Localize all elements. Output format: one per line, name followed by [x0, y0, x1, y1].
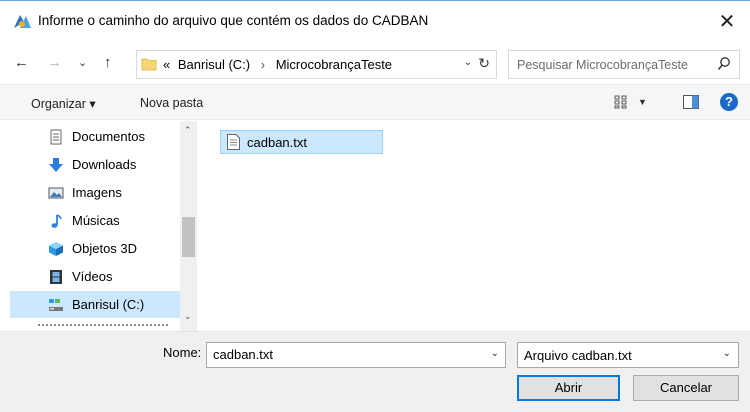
chevron-down-icon[interactable]: ⌄	[723, 348, 731, 359]
help-icon[interactable]: ?	[720, 93, 738, 111]
download-icon	[49, 158, 63, 172]
sidebar-item-imagens[interactable]: Imagens	[10, 179, 186, 206]
sidebar-item-objetos-3d[interactable]: Objetos 3D	[10, 235, 186, 262]
cancel-button[interactable]: Cancelar	[633, 375, 739, 401]
window-title: Informe o caminho do arquivo que contém …	[38, 13, 429, 28]
breadcrumb-drive[interactable]: Banrisul (C:)	[174, 57, 250, 72]
chevron-down-icon[interactable]: ⌄	[491, 348, 499, 359]
sidebar-item-label: Banrisul (C:)	[72, 297, 145, 312]
documents-icon	[50, 129, 62, 145]
sidebar-cutoff-item	[38, 324, 168, 327]
breadcrumb-separator[interactable]: ›	[254, 57, 272, 72]
close-button[interactable]: ✕	[704, 1, 750, 41]
file-name: cadban.txt	[247, 135, 307, 150]
search-input[interactable]: Pesquisar MicrocobrançaTeste	[517, 58, 688, 72]
sidebar-item-banrisul-drive[interactable]: Banrisul (C:)	[10, 291, 180, 318]
up-button[interactable]: ↑	[104, 54, 112, 71]
sidebar-item-videos[interactable]: Vídeos	[10, 263, 186, 290]
sidebar-item-musicas[interactable]: Músicas	[10, 207, 186, 234]
scroll-down-icon[interactable]: ⌄	[184, 311, 192, 322]
close-icon: ✕	[718, 10, 736, 33]
sidebar-item-label: Documentos	[72, 129, 145, 144]
title-bar: Informe o caminho do arquivo que contém …	[0, 0, 750, 40]
refresh-icon[interactable]: ↻	[478, 55, 490, 72]
scroll-up-icon[interactable]: ⌃	[184, 125, 192, 136]
3d-objects-icon	[49, 242, 63, 256]
command-toolbar: Organizar ▾ Nova pasta ▼ ?	[0, 84, 750, 120]
breadcrumb-overflow[interactable]: «	[163, 57, 170, 72]
new-folder-button[interactable]: Nova pasta	[140, 96, 203, 110]
sidebar-item-documentos[interactable]: Documentos	[10, 123, 186, 150]
file-name-combobox[interactable]: ⌄	[206, 342, 506, 368]
back-button[interactable]: ←	[14, 54, 29, 71]
recent-locations-button[interactable]: ⌄	[78, 56, 87, 69]
address-row: ← → ⌄ ↑ « Banrisul (C:) › MicrocobrançaT…	[0, 40, 750, 84]
sidebar-item-label: Imagens	[72, 185, 122, 200]
scrollbar-thumb[interactable]	[182, 217, 195, 257]
app-icon	[14, 15, 31, 28]
file-item[interactable]: cadban.txt	[220, 130, 383, 154]
images-icon	[48, 187, 64, 199]
view-options-dropdown-icon[interactable]: ▼	[638, 97, 647, 107]
drive-icon	[49, 299, 63, 311]
sidebar-item-label: Vídeos	[72, 269, 113, 284]
music-icon	[51, 214, 62, 228]
forward-button[interactable]: →	[47, 54, 62, 71]
open-button[interactable]: Abrir	[517, 375, 620, 401]
preview-pane-icon[interactable]	[683, 95, 699, 109]
file-name-field[interactable]	[213, 347, 473, 362]
search-box[interactable]: Pesquisar MicrocobrançaTeste	[508, 50, 740, 79]
folder-icon	[141, 58, 157, 71]
text-file-icon	[227, 134, 240, 150]
file-type-value: Arquivo cadban.txt	[524, 348, 632, 363]
file-type-select[interactable]: Arquivo cadban.txt ⌄	[517, 342, 739, 368]
address-bar[interactable]: « Banrisul (C:) › MicrocobrançaTeste ⌄ ↻	[136, 50, 497, 79]
breadcrumb: « Banrisul (C:) › MicrocobrançaTeste	[163, 57, 392, 72]
navigation-scrollbar[interactable]: ⌃ ⌄	[180, 121, 197, 331]
dialog-footer: Nome: ⌄ Arquivo cadban.txt ⌄ Abrir Cance…	[0, 331, 750, 412]
file-name-label: Nome:	[163, 345, 202, 360]
breadcrumb-folder[interactable]: MicrocobrançaTeste	[276, 57, 392, 72]
videos-icon	[50, 270, 62, 284]
view-options-icon[interactable]	[614, 95, 630, 109]
sidebar-item-label: Músicas	[72, 213, 120, 228]
address-dropdown-icon[interactable]: ⌄	[464, 57, 472, 68]
sidebar-item-downloads[interactable]: Downloads	[10, 151, 186, 178]
sidebar-item-label: Objetos 3D	[72, 241, 138, 256]
navigation-pane: Documentos Downloads Imagens Músicas Obj…	[0, 121, 200, 331]
file-list: cadban.txt	[200, 121, 750, 331]
sidebar-item-label: Downloads	[72, 157, 137, 172]
search-icon[interactable]	[717, 56, 731, 72]
organize-button[interactable]: Organizar ▾	[31, 96, 96, 111]
